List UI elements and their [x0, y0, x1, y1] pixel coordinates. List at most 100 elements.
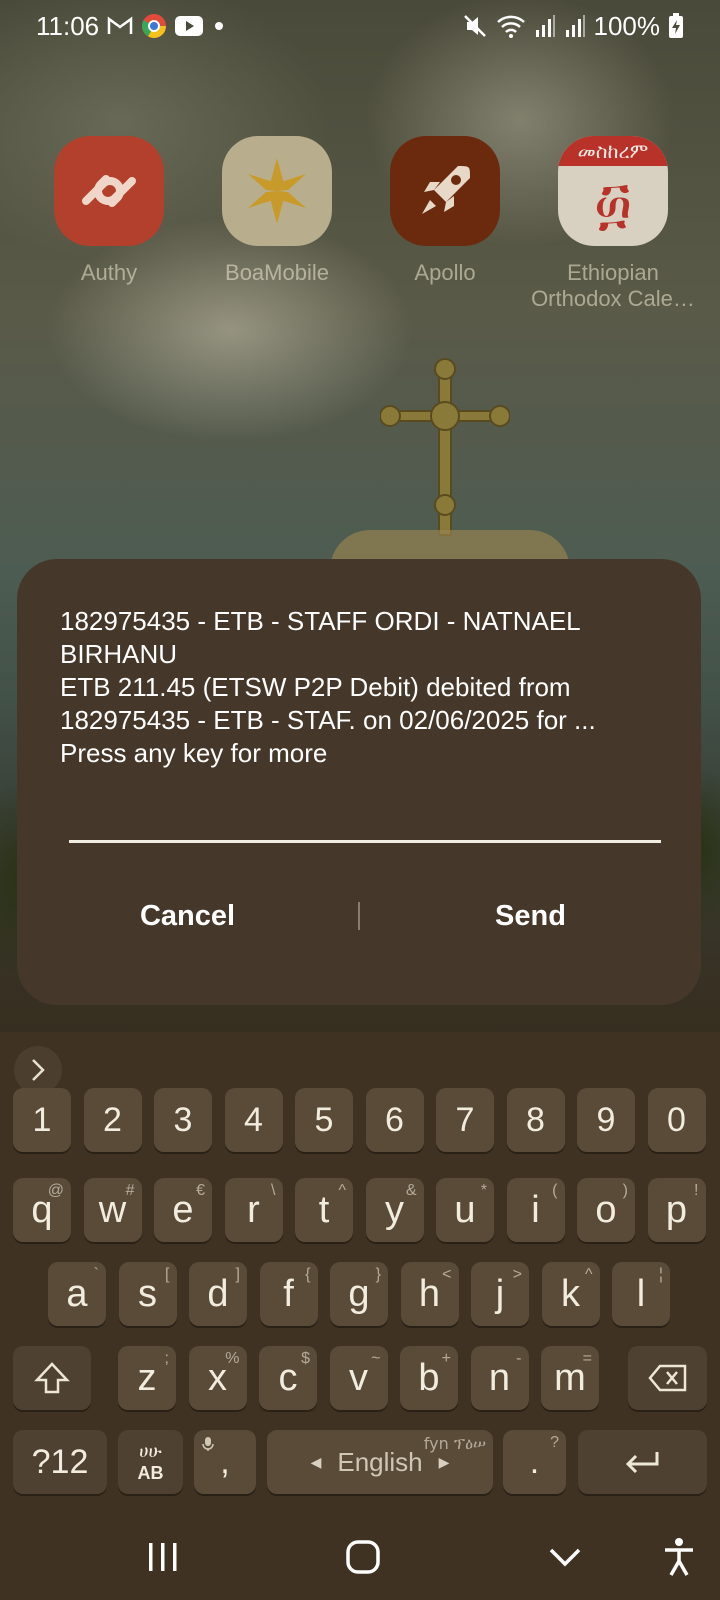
key-label: . — [529, 1442, 540, 1481]
key-label: l — [636, 1272, 646, 1315]
key-label: d — [207, 1272, 229, 1315]
key-hint: [ — [165, 1266, 170, 1283]
accessibility-button[interactable] — [654, 1532, 704, 1582]
lang-bottom: AB — [137, 1463, 164, 1483]
key-label: 1 — [32, 1100, 52, 1139]
boa-star-icon — [222, 136, 332, 246]
comma-key[interactable]: , — [194, 1430, 256, 1494]
key-k[interactable]: k ^ — [541, 1262, 600, 1326]
lang-top: ሀሁ — [139, 1441, 162, 1462]
key-label: o — [595, 1188, 617, 1231]
dialog-message: 182975435 - ETB - STAFF ORDI - NATNAEL B… — [60, 606, 596, 768]
app-ethiopian-orthodox-calendar[interactable]: መስከረም ፴ Ethiopian Orthodox Cale… — [529, 136, 697, 312]
app-label: BoaMobile — [225, 260, 329, 285]
key-hint: € — [196, 1182, 205, 1199]
authy-icon — [54, 136, 164, 246]
key-w[interactable]: w # — [83, 1178, 142, 1242]
recents-button[interactable] — [138, 1532, 188, 1582]
key-t[interactable]: t ^ — [295, 1178, 353, 1242]
ussd-dialog: 182975435 - ETB - STAFF ORDI - NATNAEL B… — [17, 559, 701, 1005]
key-v[interactable]: v ~ — [329, 1346, 388, 1410]
key-label: s — [138, 1272, 157, 1315]
key-g[interactable]: g} — [330, 1262, 388, 1326]
key-p[interactable]: p! — [647, 1178, 706, 1242]
key-8[interactable]: 8 — [506, 1088, 565, 1152]
key-label: z — [137, 1356, 157, 1399]
key-6[interactable]: 6 — [365, 1088, 424, 1152]
symbols-key[interactable]: ?12 — [13, 1430, 107, 1494]
space-hint: fyn ፕዕሠ — [423, 1434, 486, 1453]
key-y[interactable]: y & — [365, 1178, 424, 1242]
space-key[interactable]: ◀ English ▶ fyn ፕዕሠ — [267, 1430, 493, 1494]
shift-key[interactable] — [13, 1346, 91, 1410]
key-u[interactable]: u * — [436, 1178, 494, 1242]
key-hint: \ — [271, 1182, 276, 1199]
backspace-key[interactable] — [628, 1346, 707, 1410]
key-s[interactable]: s[ — [118, 1262, 177, 1326]
enter-key[interactable] — [578, 1430, 707, 1494]
app-authy[interactable]: Authy — [25, 136, 193, 312]
key-hint: < — [442, 1266, 452, 1283]
cancel-button[interactable]: Cancel — [17, 900, 358, 933]
key-hint: > — [512, 1266, 522, 1283]
key-3[interactable]: 3 — [154, 1088, 212, 1152]
key-label: , — [220, 1442, 230, 1481]
key-o[interactable]: o) — [577, 1178, 635, 1242]
key-m[interactable]: m = — [541, 1346, 599, 1410]
key-label: v — [349, 1356, 368, 1399]
key-x[interactable]: x% — [188, 1346, 247, 1410]
calendar-month-banner: መስከረም — [558, 136, 668, 166]
key-hint: = — [582, 1350, 592, 1367]
period-key[interactable]: .? — [503, 1430, 566, 1494]
key-j[interactable]: j > — [471, 1262, 529, 1326]
send-button[interactable]: Send — [360, 900, 701, 933]
key-5[interactable]: 5 — [295, 1088, 353, 1152]
key-q[interactable]: q @ — [13, 1178, 71, 1242]
key-label: e — [172, 1188, 194, 1231]
keyboard: 1 2 3 4 5 6 7 8 9 0 q @ w # e € r \ t ^ y & u * i(o) p! a ` s[d] f{g}… — [0, 1032, 720, 1512]
key-2[interactable]: 2 — [83, 1088, 142, 1152]
key-e[interactable]: e € — [154, 1178, 212, 1242]
app-boamobile[interactable]: BoaMobile — [193, 136, 361, 312]
language-switch-key[interactable]: ሀሁ AB — [118, 1430, 183, 1494]
key-hint: ] — [235, 1266, 240, 1283]
key-9[interactable]: 9 — [577, 1088, 635, 1152]
key-hint: & — [405, 1182, 417, 1199]
keyboard-toolbar — [14, 1046, 62, 1094]
key-7[interactable]: 7 — [436, 1088, 494, 1152]
key-hint: ^ — [584, 1266, 593, 1283]
key-a[interactable]: a ` — [48, 1262, 106, 1326]
cross-image — [380, 358, 510, 536]
key-n[interactable]: n- — [470, 1346, 529, 1410]
key-label: f — [283, 1272, 294, 1315]
key-hint: ! — [694, 1182, 699, 1199]
key-i[interactable]: i( — [506, 1178, 565, 1242]
key-label: 2 — [103, 1100, 122, 1139]
key-r[interactable]: r \ — [224, 1178, 283, 1242]
key-hint: $ — [301, 1350, 310, 1367]
chevron-down-icon — [549, 1548, 581, 1567]
calendar-day-glyph: ፴ — [594, 171, 632, 236]
arrow-right-icon: ▶ — [438, 1453, 450, 1470]
key-hint: { — [305, 1266, 311, 1283]
key-1[interactable]: 1 — [13, 1088, 71, 1152]
toolbar-expand-button[interactable] — [14, 1046, 62, 1094]
ussd-reply-input[interactable] — [69, 795, 661, 843]
backspace-icon — [647, 1364, 686, 1392]
key-4[interactable]: 4 — [224, 1088, 283, 1152]
home-button[interactable] — [338, 1532, 388, 1582]
key-0[interactable]: 0 — [647, 1088, 706, 1152]
gmail-icon — [107, 16, 133, 36]
navigation-bar — [0, 1512, 720, 1600]
hide-keyboard-button[interactable] — [540, 1532, 590, 1582]
key-h[interactable]: h < — [400, 1262, 459, 1326]
key-f[interactable]: f{ — [259, 1262, 318, 1326]
key-b[interactable]: b + — [400, 1346, 458, 1410]
signal-icon — [534, 14, 556, 38]
app-apollo[interactable]: Apollo — [361, 136, 529, 312]
key-label: g — [348, 1272, 370, 1315]
key-c[interactable]: c $ — [259, 1346, 317, 1410]
key-d[interactable]: d] — [189, 1262, 247, 1326]
key-z[interactable]: z; — [118, 1346, 176, 1410]
key-l[interactable]: l ¦ — [612, 1262, 670, 1326]
